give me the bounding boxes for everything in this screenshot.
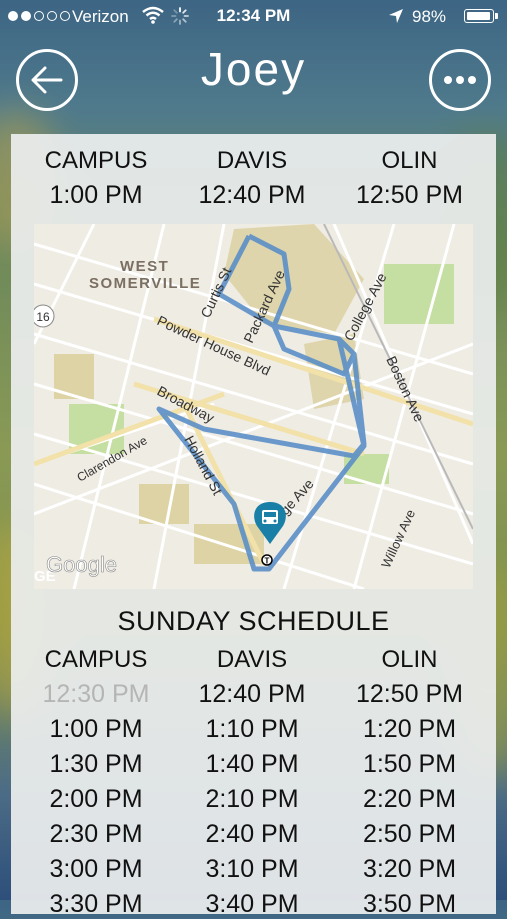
svg-text:T: T: [265, 557, 270, 566]
schedule-header-davis: DAVIS: [216, 646, 288, 673]
schedule-row: 12:30 PM 12:40 PM 12:50 PM: [11, 680, 496, 709]
schedule-time-davis: 3:10 PM: [205, 855, 299, 883]
map-label-neighborhood-2: SOMERVILLE: [89, 275, 201, 292]
schedule-time-davis: 12:40 PM: [198, 680, 306, 708]
schedule-time-olin: 12:50 PM: [355, 680, 463, 708]
status-bar: Verizon 12:34 PM 98%: [0, 0, 507, 34]
schedule-row: 1:30 PM 1:40 PM 1:50 PM: [11, 750, 496, 779]
schedule-time-davis: 2:40 PM: [205, 820, 299, 848]
schedule-header-row: CAMPUS DAVIS OLIN: [11, 646, 496, 674]
nav-bar: Joey: [0, 34, 507, 118]
schedule-time-olin: 2:20 PM: [362, 785, 457, 813]
schedule-time-olin: 1:50 PM: [362, 750, 457, 778]
schedule-time-davis: 1:10 PM: [205, 715, 299, 743]
next-stop-header-olin: OLIN: [381, 147, 438, 174]
schedule-time-campus: 12:30 PM: [42, 680, 150, 708]
location-arrow-icon: [389, 9, 403, 23]
schedule-row: 1:00 PM 1:10 PM 1:20 PM: [11, 715, 496, 744]
battery-icon: [464, 9, 494, 23]
next-stop-header-campus: CAMPUS: [44, 147, 148, 174]
schedule-time-davis: 1:40 PM: [205, 750, 299, 778]
schedule-time-campus: 3:00 PM: [49, 855, 143, 883]
map-route-shield: 16: [36, 310, 50, 324]
next-time-davis: 12:40 PM: [198, 181, 306, 209]
schedule-header-olin: OLIN: [381, 646, 438, 673]
schedule-time-olin: 2:50 PM: [362, 820, 457, 848]
schedule-time-campus: 1:00 PM: [49, 715, 143, 743]
more-icon: [444, 76, 476, 84]
schedule-time-campus: 2:00 PM: [49, 785, 143, 813]
google-logo: Google: [46, 552, 117, 577]
schedule-row: 2:00 PM 2:10 PM 2:20 PM: [11, 785, 496, 814]
battery-percent: 98%: [412, 7, 447, 26]
next-stop-header-davis: DAVIS: [216, 147, 288, 174]
schedule-title: SUNDAY SCHEDULE: [117, 606, 390, 636]
next-time-olin: 12:50 PM: [355, 181, 463, 209]
more-options-button[interactable]: [429, 49, 491, 111]
schedule-row: 3:00 PM 3:10 PM 3:20 PM: [11, 855, 496, 884]
schedule-time-campus: 2:30 PM: [49, 820, 143, 848]
schedule-time-olin: 1:20 PM: [362, 715, 457, 743]
map-label-neighborhood-1: WEST: [120, 258, 169, 275]
schedule-time-campus: 3:30 PM: [49, 890, 143, 918]
schedule-row: 2:30 PM 2:40 PM 2:50 PM: [11, 820, 496, 849]
route-map[interactable]: 16 WEST SOMERVILLE Curtis St Packard Ave…: [34, 224, 473, 589]
schedule-time-campus: 1:30 PM: [49, 750, 143, 778]
schedule-time-olin: 3:50 PM: [362, 890, 457, 918]
schedule-card: CAMPUS DAVIS OLIN 1:00 PM 12:40 PM 12:50…: [11, 134, 496, 918]
schedule-time-davis: 2:10 PM: [205, 785, 299, 813]
next-stops-header-row: CAMPUS DAVIS OLIN: [11, 147, 496, 175]
schedule-header-campus: CAMPUS: [44, 646, 148, 673]
schedule-row: 3:30 PM 3:40 PM 3:50 PM: [11, 890, 496, 919]
schedule-time-davis: 3:40 PM: [205, 890, 299, 918]
next-time-campus: 1:00 PM: [49, 181, 143, 209]
next-stops-time-row: 1:00 PM 12:40 PM 12:50 PM: [11, 181, 496, 210]
schedule-time-olin: 3:20 PM: [362, 855, 457, 883]
